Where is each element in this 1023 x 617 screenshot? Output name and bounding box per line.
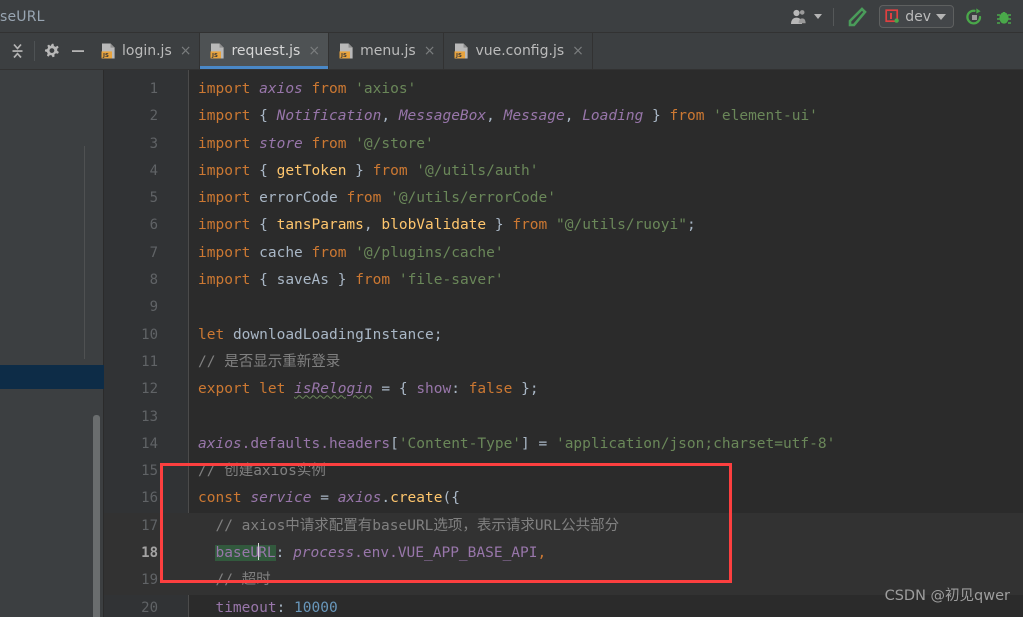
tab-list: JS login.js × JS request.js × JS menu.js…	[91, 33, 593, 69]
line-number: 15	[141, 463, 158, 480]
chevron-down-icon	[936, 13, 946, 20]
svg-text:JS: JS	[102, 53, 109, 59]
line-number: 13	[141, 408, 158, 425]
chevron-down-icon	[814, 14, 823, 19]
line-number: 12	[141, 381, 158, 398]
left-tool-panel[interactable]	[0, 70, 104, 617]
line-number: 4	[149, 162, 158, 179]
code-line-17: // axios中请求配置有baseURL选项，表示请求URL公共部分	[188, 512, 1023, 541]
line-number: 3	[149, 135, 158, 152]
debug-button[interactable]	[989, 0, 1019, 33]
rerun-button[interactable]	[959, 0, 989, 33]
gear-icon	[44, 43, 59, 58]
tab-tools-divider	[34, 41, 35, 61]
code-line-18: baseURL: process.env.VUE_APP_BASE_API,	[188, 540, 1023, 568]
line-number: 14	[141, 435, 158, 452]
code-line-15: // 创建axios实例	[198, 463, 326, 480]
line-number: 8	[149, 272, 158, 289]
main-toolbar: seURL dev	[0, 0, 1023, 33]
people-icon	[791, 9, 806, 24]
line-number: 20	[141, 599, 158, 616]
rerun-icon	[966, 7, 982, 24]
code-line-3: import store from '@/store'	[198, 135, 434, 152]
left-panel-scrollbar[interactable]	[93, 415, 100, 617]
code-line-16: const service = axios.create({	[198, 490, 460, 507]
tab-close-icon[interactable]: ×	[180, 44, 192, 58]
editor-area: 1 2 3 4 5 6 7 8 9 10 11 12 13 14 15 16 1…	[0, 70, 1023, 617]
run-config-label: dev	[905, 8, 931, 25]
search-match-highlight: baseURL	[215, 543, 276, 562]
code-line-12: export let isRelogin = { show: false };	[198, 381, 539, 398]
left-panel-selected-row[interactable]	[0, 365, 104, 389]
svg-text:JS: JS	[340, 53, 347, 59]
code-line-1: import axios from 'axios'	[198, 81, 417, 97]
code-line-8: import { saveAs } from 'file-saver'	[198, 272, 504, 289]
text-caret	[258, 543, 260, 561]
user-avatar-dropdown[interactable]	[785, 0, 827, 33]
tab-close-icon[interactable]: ×	[572, 44, 584, 58]
code-line-10: let downloadLoadingInstance;	[198, 326, 443, 343]
editor-gutter[interactable]: 1 2 3 4 5 6 7 8 9 10 11 12 13 14 15 16 1…	[104, 70, 188, 617]
code-line-7: import cache from '@/plugins/cache'	[198, 244, 504, 261]
line-number: 2	[149, 108, 158, 125]
ide-window: seURL dev JS login.js × JS request.js × …	[0, 0, 1023, 617]
toolbar-divider	[833, 7, 835, 26]
svg-text:JS: JS	[455, 53, 462, 59]
watermark-text: CSDN @初见qwer	[884, 588, 1010, 604]
hide-panel-button[interactable]	[65, 33, 91, 70]
code-line-11: // 是否显示重新登录	[198, 353, 341, 370]
tab-login-js[interactable]: JS login.js ×	[91, 33, 201, 69]
tab-label: vue.config.js	[475, 43, 565, 59]
line-number: 10	[141, 326, 158, 343]
code-line-14: axios.defaults.headers['Content-Type'] =…	[198, 435, 836, 452]
toolbar-right-group: dev	[785, 0, 1019, 33]
editor-tab-bar: JS login.js × JS request.js × JS menu.js…	[0, 33, 1023, 70]
line-number: 11	[141, 353, 158, 370]
js-file-icon: JS	[210, 43, 225, 59]
tab-label: request.js	[231, 43, 301, 59]
minus-icon	[72, 50, 84, 52]
line-number: 1	[149, 81, 158, 97]
stop-square-icon	[885, 9, 900, 23]
tab-label: login.js	[122, 43, 172, 59]
line-number: 19	[104, 567, 188, 595]
bug-icon	[997, 11, 1011, 24]
tab-request-js[interactable]: JS request.js ×	[200, 33, 330, 69]
code-editor[interactable]: import axios from 'axios' import { Notif…	[188, 70, 1023, 617]
code-fold-guide-line	[84, 146, 85, 359]
collapse-icon	[12, 43, 22, 59]
code-line-2: import { Notification, MessageBox, Messa…	[198, 108, 818, 125]
tab-vue-config-js[interactable]: JS vue.config.js ×	[444, 33, 593, 69]
line-number: 5	[149, 190, 158, 207]
code-line-6: import { tansParams, blobValidate } from…	[198, 217, 696, 234]
tab-menu-js[interactable]: JS menu.js ×	[329, 33, 445, 69]
build-hammer-button[interactable]	[840, 0, 874, 33]
svg-text:JS: JS	[211, 53, 218, 59]
code-line-4: import { getToken } from '@/utils/auth'	[198, 162, 539, 179]
line-number: 16	[141, 490, 158, 507]
line-number: 7	[149, 244, 158, 261]
tab-label: menu.js	[360, 43, 416, 59]
tab-close-icon[interactable]: ×	[424, 44, 436, 58]
tab-bar-tools	[0, 33, 91, 69]
collapse-all-button[interactable]	[4, 33, 30, 70]
code-line-5: import errorCode from '@/utils/errorCode…	[198, 190, 556, 207]
line-number: 17	[104, 512, 188, 541]
line-number: 6	[149, 217, 158, 234]
run-configuration-selector[interactable]: dev	[879, 5, 954, 28]
settings-button[interactable]	[39, 33, 65, 70]
toolbar-leftover-text: seURL	[0, 8, 45, 25]
line-number-current: 18	[104, 540, 188, 568]
js-file-icon: JS	[454, 43, 469, 59]
js-file-icon: JS	[101, 43, 116, 59]
hammer-icon	[848, 6, 867, 26]
tab-close-icon[interactable]: ×	[308, 44, 320, 58]
line-number: 9	[149, 299, 158, 316]
js-file-icon: JS	[339, 43, 354, 59]
